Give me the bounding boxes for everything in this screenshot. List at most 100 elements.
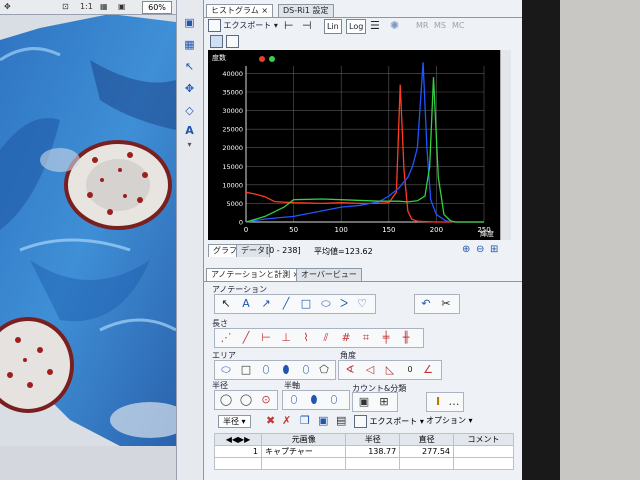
delete-red-icon[interactable]: ✖: [266, 414, 275, 427]
layout-icon[interactable]: ▣: [181, 16, 198, 30]
ellipse-tool-icon[interactable]: ⬭: [317, 297, 335, 311]
y-tick-label: 5000: [226, 200, 243, 208]
radius-center-icon[interactable]: ⊙: [257, 393, 275, 407]
radius-circle2-icon[interactable]: ◯: [237, 393, 255, 407]
options-button[interactable]: オプション ▾: [426, 415, 473, 426]
freehand-tool-icon[interactable]: ♡: [353, 297, 371, 311]
bracket-icon[interactable]: ⊢: [284, 19, 294, 32]
length-point-icon[interactable]: ⋰: [217, 331, 235, 345]
chart-scrollbar[interactable]: [500, 50, 511, 240]
zoom-select[interactable]: 60%: [142, 1, 172, 14]
export-button[interactable]: エクスポート ▾: [208, 19, 278, 32]
more-icon[interactable]: …: [445, 395, 463, 409]
length-parallel-icon[interactable]: ⫽: [317, 331, 335, 345]
settings-icon[interactable]: ✺: [390, 19, 399, 32]
length-vertical-icon[interactable]: ⊥: [277, 331, 295, 345]
y-tick-label: 40000: [222, 70, 243, 78]
delete-all-icon[interactable]: ✗: [282, 414, 291, 427]
bracket-right-icon[interactable]: ⊣: [302, 19, 312, 32]
options-label: オプション: [426, 416, 466, 425]
tab-ds-settings[interactable]: DS-Ri1 設定: [278, 4, 334, 17]
length-comb2-icon[interactable]: ╫: [397, 331, 415, 345]
fit-label[interactable]: 1:1: [80, 2, 93, 11]
actual-size-icon[interactable]: ▣: [118, 2, 126, 11]
length-multi-icon[interactable]: ⌗: [357, 331, 375, 345]
column-header[interactable]: 元画像: [260, 433, 347, 446]
undo-annotation-icon[interactable]: ↶: [417, 297, 435, 311]
count-image-icon[interactable]: ▣: [355, 395, 373, 409]
panel-view2-icon[interactable]: [226, 35, 239, 48]
angle-icon[interactable]: ∢: [341, 363, 359, 377]
tab-annotation[interactable]: アノテーションと計測 ×: [206, 268, 305, 281]
area-ellipse3-icon[interactable]: ⬯: [297, 363, 315, 377]
measure-mode-select[interactable]: 半径 ▾: [218, 415, 251, 428]
length-polyline-icon[interactable]: ⌇: [297, 331, 315, 345]
area-freehand-icon[interactable]: ⬭: [217, 363, 235, 377]
legend-dot-green[interactable]: [269, 56, 275, 62]
radius-circle-icon[interactable]: ◯: [217, 393, 235, 407]
move-icon[interactable]: ✥: [181, 82, 198, 96]
halfaxis-ellipse2-icon[interactable]: ⬮: [305, 393, 323, 407]
column-header[interactable]: 半径: [345, 433, 401, 446]
tab-data[interactable]: データ: [236, 244, 270, 257]
angle-three-point-icon[interactable]: ∠: [419, 363, 437, 377]
length-comb-icon[interactable]: ╪: [377, 331, 395, 345]
mr-button[interactable]: MR: [416, 19, 428, 32]
panel-view-icon[interactable]: [210, 35, 223, 48]
image-icon[interactable]: ▣: [318, 414, 328, 427]
column-header[interactable]: 直径: [399, 433, 455, 446]
ms-button[interactable]: MS: [434, 19, 446, 32]
classify-icon[interactable]: ⊞: [375, 395, 393, 409]
angle-left-icon[interactable]: ◺: [381, 363, 399, 377]
halfaxis-ellipse3-icon[interactable]: ⬯: [325, 393, 343, 407]
length-grid-icon[interactable]: #: [337, 331, 355, 345]
grid-view-icon[interactable]: ▦: [100, 2, 108, 11]
column-header[interactable]: ◀◀▶▶: [214, 433, 262, 446]
text-icon[interactable]: A: [181, 124, 198, 138]
image-viewer[interactable]: ✥ ⊡ 1:1 ▦ ▣ 60%: [0, 0, 176, 446]
delete-annotation-icon[interactable]: ✂: [437, 297, 455, 311]
pointer-icon[interactable]: ↖: [181, 60, 198, 74]
column-header[interactable]: コメント: [453, 433, 514, 446]
microscope-image[interactable]: [0, 0, 176, 446]
angle-right-icon[interactable]: ◁: [361, 363, 379, 377]
zoom-fit-icon[interactable]: ⊞: [490, 244, 498, 255]
results-table: ◀◀▶▶ 元画像 半径 直径 コメント 1 キャプチャー 138.77 277.…: [214, 433, 514, 470]
table-row[interactable]: [214, 457, 514, 470]
rect-tool-icon[interactable]: □: [297, 297, 315, 311]
log-button[interactable]: Log: [346, 19, 367, 34]
area-polygon-icon[interactable]: ⬠: [315, 363, 333, 377]
legend-dot-red[interactable]: [259, 56, 265, 62]
tab-overview[interactable]: オーバービュー: [296, 268, 362, 281]
select-icon[interactable]: ↖: [217, 297, 235, 311]
range-label: [0 - 238]: [266, 246, 301, 255]
polygon-tool-icon[interactable]: ᐳ: [335, 297, 353, 311]
lin-button[interactable]: Lin: [324, 19, 342, 34]
table-row[interactable]: 1 キャプチャー 138.77 277.54: [214, 445, 514, 458]
fit-icon[interactable]: ⊡: [62, 2, 69, 11]
grid-icon[interactable]: ▦: [181, 38, 198, 52]
tab-histogram[interactable]: ヒストグラム ×: [206, 4, 274, 17]
shape-icon[interactable]: ◇: [181, 104, 198, 118]
measure-export-button[interactable]: エクスポート ▾: [354, 415, 424, 428]
copy-icon[interactable]: ❐: [300, 414, 310, 427]
zoom-out-icon[interactable]: ⊖: [476, 244, 484, 255]
table-icon[interactable]: ▤: [336, 414, 346, 427]
close-icon[interactable]: ×: [261, 6, 268, 15]
mc-button[interactable]: MC: [452, 19, 465, 32]
area-ellipse-icon[interactable]: ⬯: [257, 363, 275, 377]
chevron-down-icon[interactable]: ▾: [181, 140, 198, 154]
text-tool-icon[interactable]: A: [237, 297, 255, 311]
stats-icon[interactable]: ☰: [370, 19, 380, 32]
length-horizontal-icon[interactable]: ⊢: [257, 331, 275, 345]
length-line-icon[interactable]: ╱: [237, 331, 255, 345]
measure-export-label: エクスポート: [369, 417, 418, 426]
area-rect-icon[interactable]: □: [237, 363, 255, 377]
halfaxis-ellipse-icon[interactable]: ⬯: [285, 393, 303, 407]
histogram-chart[interactable]: 0 5000 10000 15000 20000 25000 30000 35000 40000…: [208, 50, 500, 240]
area-ellipse2-icon[interactable]: ⬮: [277, 363, 295, 377]
line-tool-icon[interactable]: ╱: [277, 297, 295, 311]
zoom-in-icon[interactable]: ⊕: [462, 244, 470, 255]
pan-icon[interactable]: ✥: [4, 2, 11, 11]
arrow-tool-icon[interactable]: ↗: [257, 297, 275, 311]
